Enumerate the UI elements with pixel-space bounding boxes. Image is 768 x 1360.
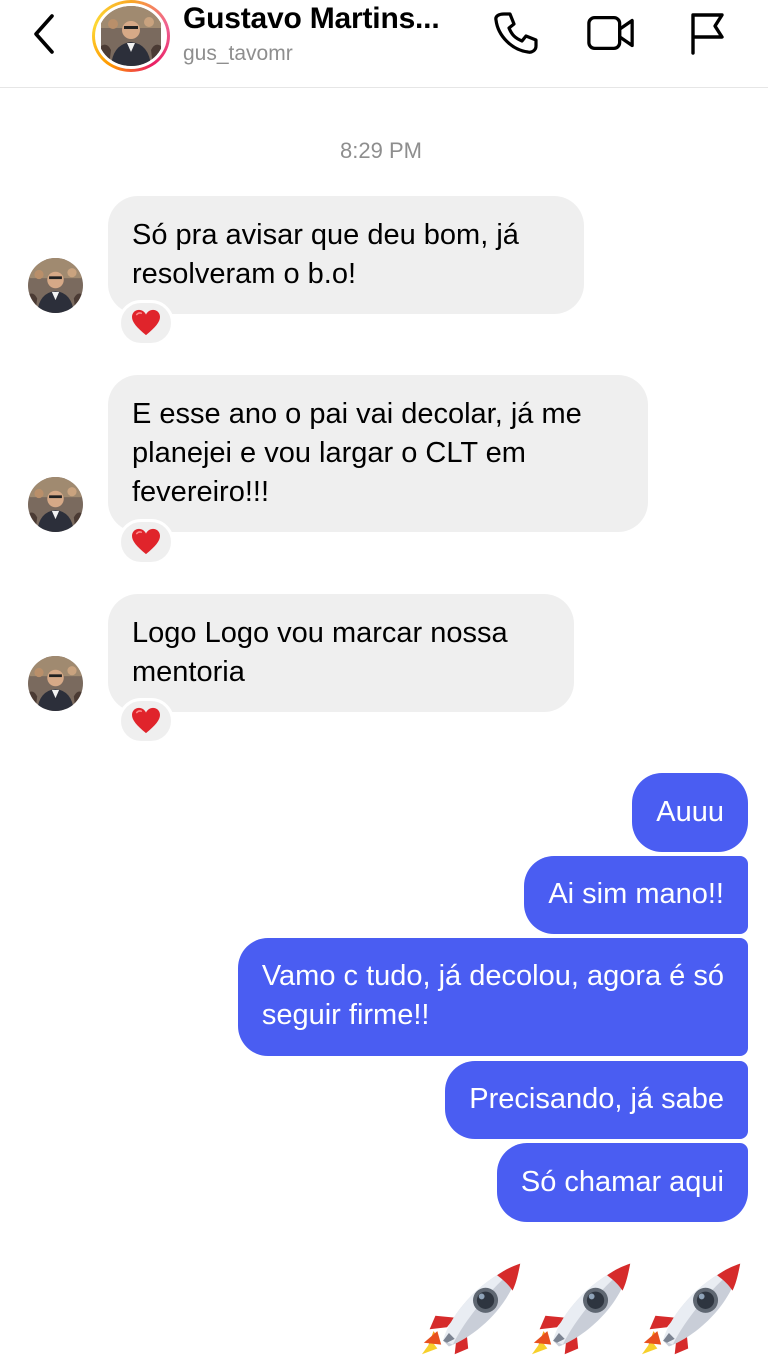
heart-icon: [131, 528, 161, 556]
message-text-line: Vamo c tudo, já decolou, agora é só: [261, 960, 724, 992]
back-button[interactable]: [22, 10, 66, 58]
incoming-message[interactable]: Logo Logo vou marcar nossa mentoria: [108, 594, 574, 712]
message-text-line: fevereiro!!!: [132, 476, 269, 508]
outgoing-message[interactable]: Auuu: [632, 773, 748, 852]
outgoing-message[interactable]: Ai sim mano!!: [524, 856, 748, 934]
rocket-emoji[interactable]: [530, 1258, 636, 1358]
outgoing-message[interactable]: Vamo c tudo, já decolou, agora é só segu…: [237, 938, 748, 1056]
reaction-badge[interactable]: [118, 300, 174, 346]
report-button[interactable]: [682, 8, 732, 58]
contact-username[interactable]: gus_tavomr: [183, 42, 293, 66]
sender-avatar[interactable]: [28, 258, 83, 313]
phone-icon: [494, 12, 538, 54]
message-text-line: Auuu: [656, 796, 724, 828]
rocket-emoji[interactable]: [420, 1258, 526, 1358]
chat-header: Gustavo Martins... gus_tavomr: [0, 0, 768, 88]
message-text-line: E esse ano o pai vai decolar, já me: [132, 398, 582, 430]
message-text-line: planejei e vou largar o CLT em: [132, 437, 526, 469]
profile-avatar-story-ring[interactable]: [92, 0, 170, 72]
heart-icon: [131, 707, 161, 735]
outgoing-message[interactable]: Só chamar aqui: [496, 1143, 748, 1222]
sender-avatar[interactable]: [28, 656, 83, 711]
message-text-line: Logo Logo vou marcar nossa: [132, 617, 508, 649]
avatar: [98, 6, 164, 66]
flag-icon: [691, 13, 724, 55]
message-text-line: Só chamar aqui: [520, 1166, 724, 1198]
chevron-left-icon: [34, 14, 54, 54]
message-text-line: Ai sim mano!!: [548, 878, 724, 910]
reaction-badge[interactable]: [118, 698, 174, 744]
incoming-message[interactable]: E esse ano o pai vai decolar, já me plan…: [108, 375, 648, 532]
video-call-button[interactable]: [586, 8, 636, 58]
incoming-message[interactable]: Só pra avisar que deu bom, já resolveram…: [108, 196, 584, 314]
heart-icon: [131, 309, 161, 337]
contact-name[interactable]: Gustavo Martins...: [183, 2, 440, 36]
outgoing-message[interactable]: Precisando, já sabe: [445, 1061, 748, 1139]
message-text-line: mentoria: [132, 656, 245, 688]
message-text-line: seguir firme!!: [261, 999, 430, 1031]
sender-avatar[interactable]: [28, 477, 83, 532]
message-text-line: Só pra avisar que deu bom, já: [132, 219, 519, 251]
message-text-line: Precisando, já sabe: [469, 1083, 724, 1115]
rocket-emoji[interactable]: [640, 1258, 746, 1358]
message-text-line: resolveram o b.o!: [132, 258, 357, 290]
message-timestamp: 8:29 PM: [340, 138, 422, 163]
video-camera-icon: [587, 15, 634, 51]
voice-call-button[interactable]: [490, 8, 540, 58]
reaction-badge[interactable]: [118, 519, 174, 565]
